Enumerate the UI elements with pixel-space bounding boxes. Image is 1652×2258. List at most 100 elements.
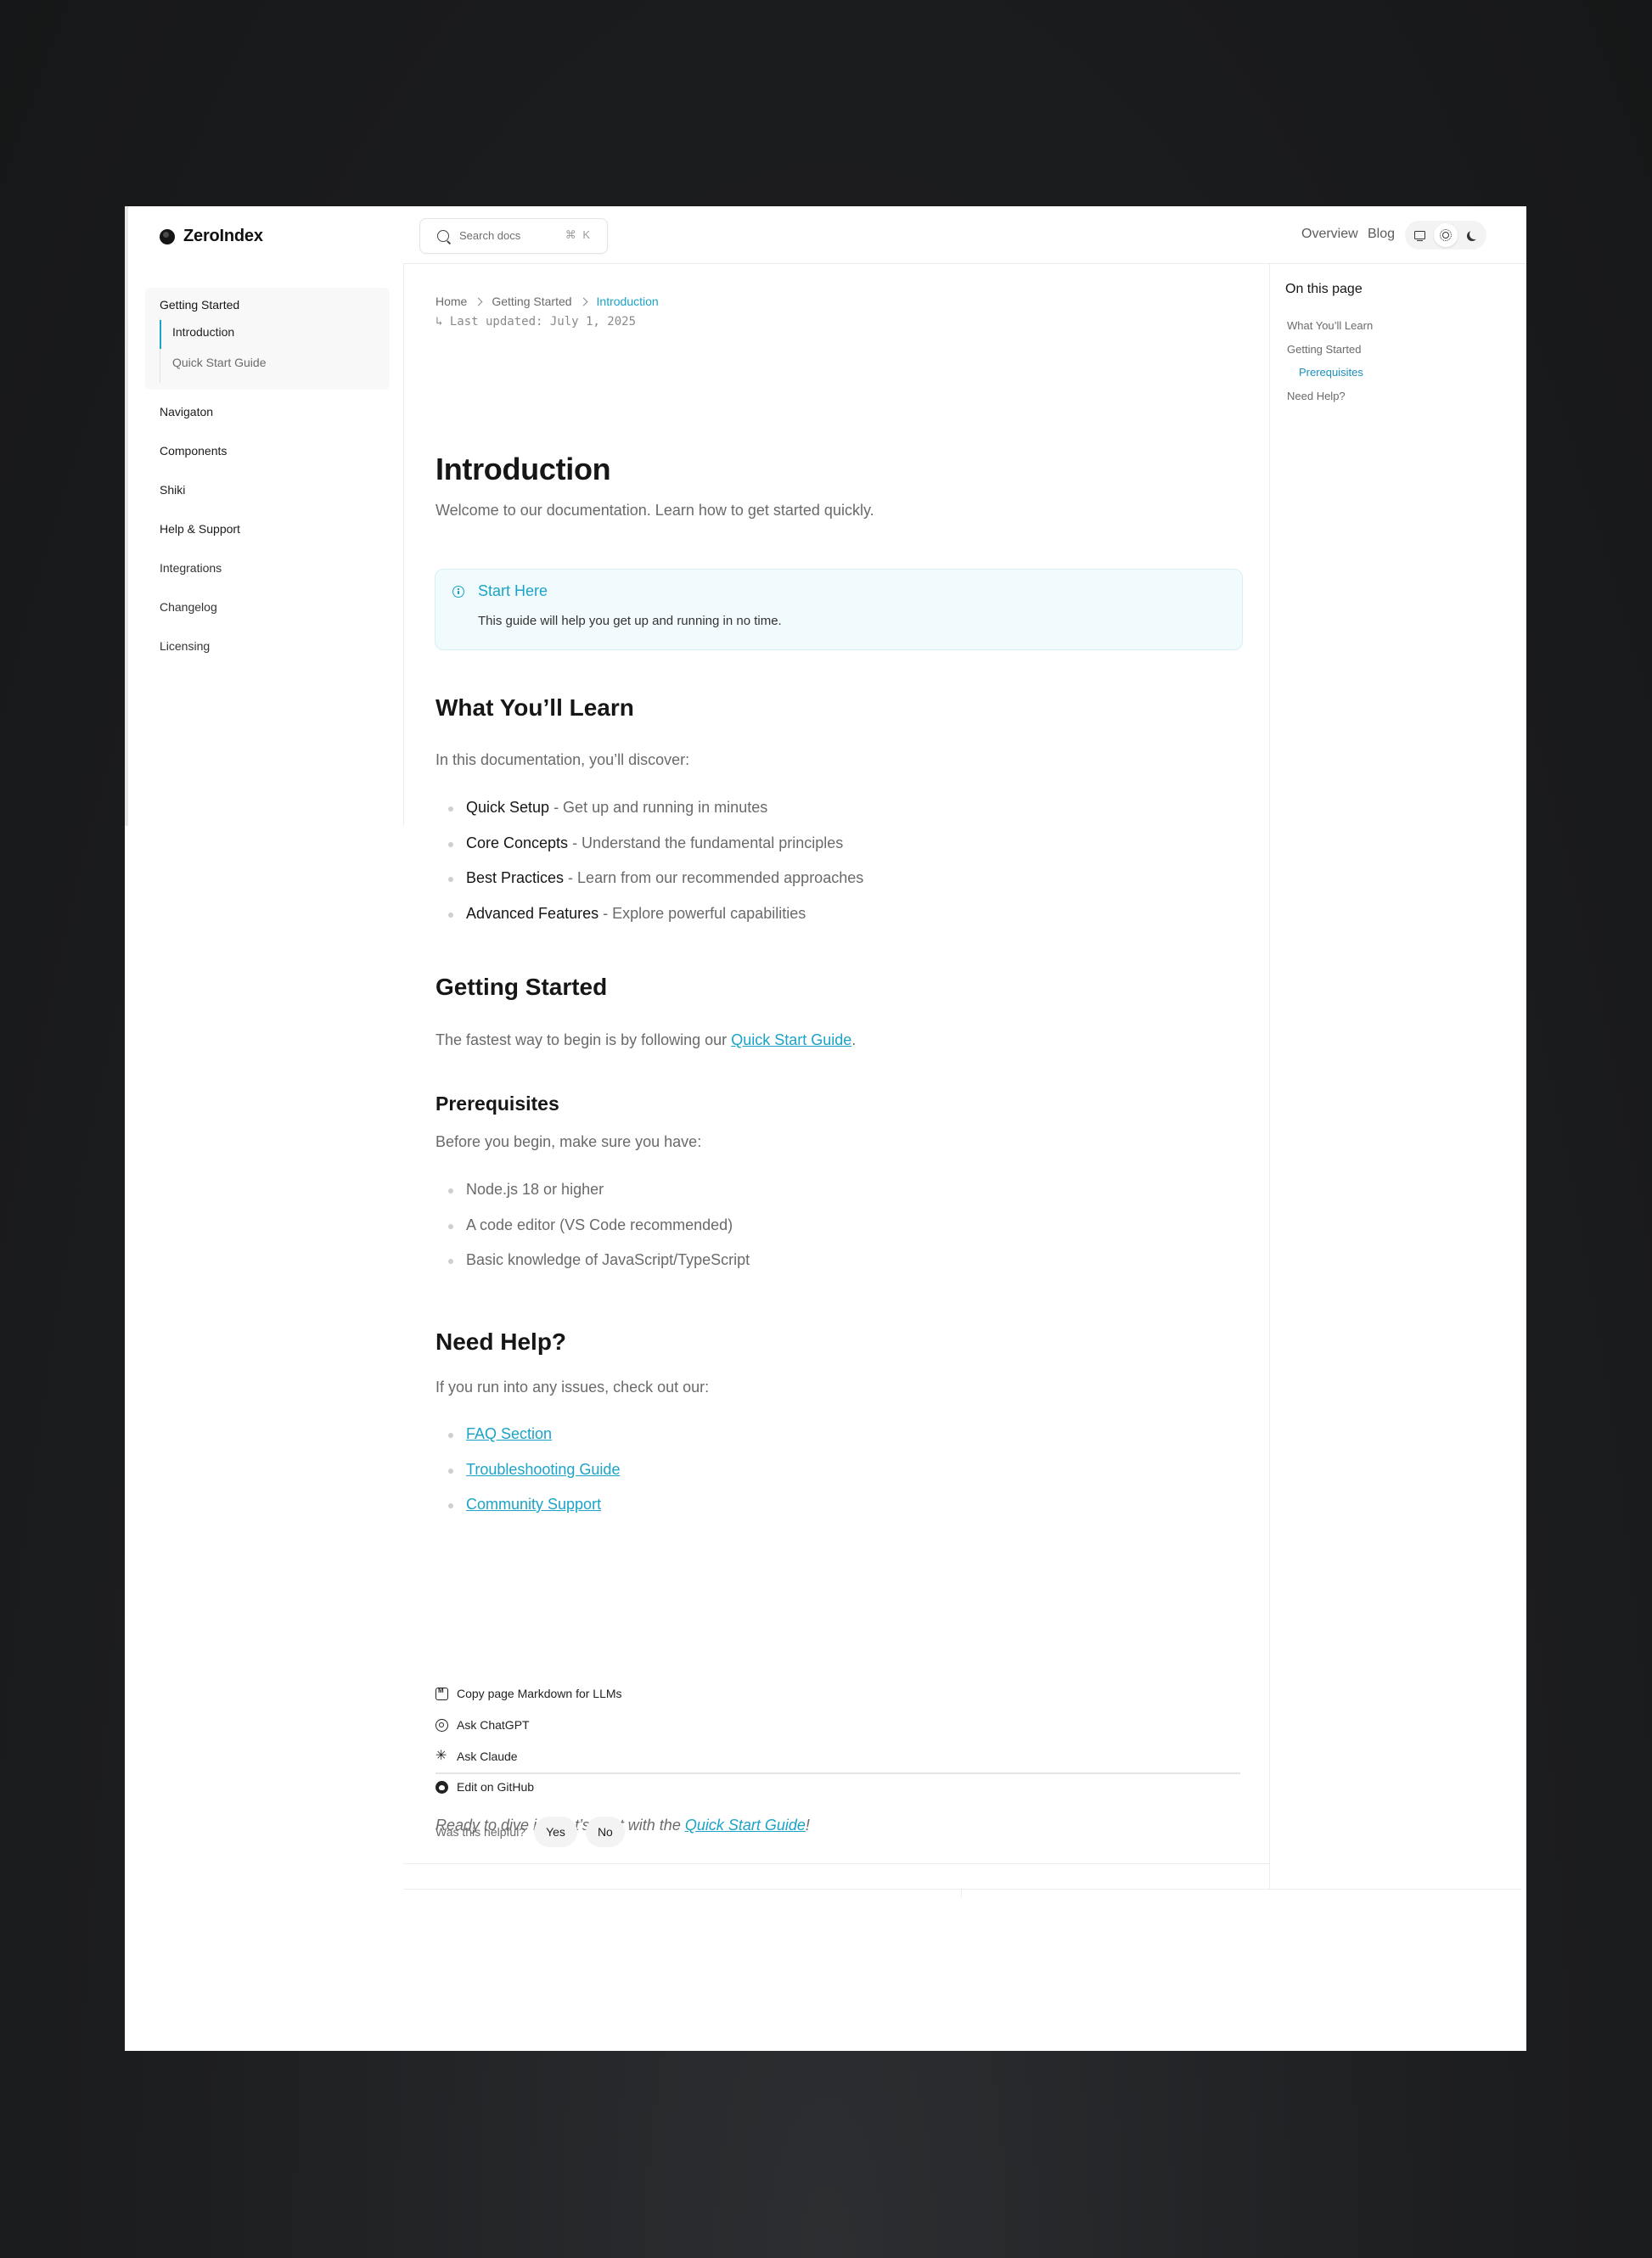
callout-body: This guide will help you get up and runn… xyxy=(478,614,782,628)
claude-icon xyxy=(435,1747,448,1764)
footer-border xyxy=(403,1889,1521,1890)
breadcrumb-current: Introduction xyxy=(596,295,659,308)
sidebar-item-navigation[interactable]: Navigaton xyxy=(160,405,213,418)
callout-title: Start Here xyxy=(478,582,548,599)
text-before: The fastest way to begin is by following… xyxy=(435,1031,732,1048)
chatgpt-icon xyxy=(435,1718,448,1732)
toc-item-prerequisites[interactable]: Prerequisites xyxy=(1299,366,1363,379)
github-icon xyxy=(435,1780,448,1794)
topbar: Search docs ⌘ K Overview Blog xyxy=(403,206,1526,264)
sidebar-item-quick-start-guide[interactable]: Quick Start Guide xyxy=(172,356,267,369)
edit-on-github-button[interactable]: Edit on GitHub xyxy=(435,1780,534,1794)
breadcrumb-getting-started[interactable]: Getting Started xyxy=(492,295,571,308)
list-item-desc: - Learn from our recommended approaches xyxy=(564,869,864,886)
toc-item-what-youll-learn[interactable]: What You’ll Learn xyxy=(1287,319,1373,332)
sidebar-item-help-support[interactable]: Help & Support xyxy=(160,522,240,536)
theme-toggle xyxy=(1405,221,1486,250)
list-item-desc: - Get up and running in minutes xyxy=(549,799,768,816)
help-intro: If you run into any issues, check out ou… xyxy=(435,1379,710,1396)
moon-icon xyxy=(1469,229,1480,239)
action-label: Copy page Markdown for LLMs xyxy=(457,1687,622,1700)
list-item-desc: - Understand the fundamental principles xyxy=(568,834,844,851)
table-of-contents: On this page What You’ll Learn Getting S… xyxy=(1270,263,1521,1889)
footer-divider xyxy=(403,1863,1269,1864)
ask-chatgpt-button[interactable]: Ask ChatGPT xyxy=(435,1718,530,1732)
sidebar-group-title[interactable]: Getting Started xyxy=(160,298,239,312)
text-after: . xyxy=(851,1031,857,1048)
sidebar-sub-list: Introduction Quick Start Guide xyxy=(160,318,381,383)
list-item: Node.js 18 or higher xyxy=(435,1181,750,1216)
brand[interactable]: ZeroIndex xyxy=(160,227,263,246)
search-shortcut: ⌘ K xyxy=(565,228,592,241)
list-item-term: Best Practices xyxy=(466,869,565,886)
brand-name: ZeroIndex xyxy=(183,227,263,245)
heading-what-youll-learn[interactable]: What You’ll Learn xyxy=(435,694,634,722)
info-icon xyxy=(452,586,464,598)
list-item: Best Practices - Learn from our recommen… xyxy=(435,869,863,905)
help-links: FAQ Section Troubleshooting Guide Commun… xyxy=(435,1425,620,1531)
prereq-intro: Before you begin, make sure you have: xyxy=(435,1133,702,1150)
feedback: Was this helpful? Yes No xyxy=(435,1817,625,1847)
link-troubleshooting-guide[interactable]: Troubleshooting Guide xyxy=(466,1461,620,1478)
copy-markdown-button[interactable]: Copy page Markdown for LLMs xyxy=(435,1687,622,1700)
link-community-support[interactable]: Community Support xyxy=(466,1496,601,1513)
text-after: ! xyxy=(805,1817,810,1834)
search-input[interactable]: Search docs ⌘ K xyxy=(419,218,608,254)
feedback-yes-button[interactable]: Yes xyxy=(534,1817,577,1847)
sidebar-item-shiki[interactable]: Shiki xyxy=(160,483,185,497)
theme-dark-button[interactable] xyxy=(1460,223,1484,247)
sidebar-group-getting-started: Getting Started Introduction Quick Start… xyxy=(145,288,390,390)
search-icon xyxy=(437,230,449,242)
docs-window: ZeroIndex Getting Started Introduction Q… xyxy=(125,206,1526,2051)
sidebar-item-licensing[interactable]: Licensing xyxy=(160,639,210,653)
sidebar-item-introduction[interactable]: Introduction xyxy=(172,325,234,339)
action-label: Ask Claude xyxy=(457,1750,518,1763)
list-item: Basic knowledge of JavaScript/TypeScript xyxy=(435,1251,750,1287)
active-indicator xyxy=(160,320,161,349)
list-item-term: Quick Setup xyxy=(466,799,550,816)
sidebar: ZeroIndex Getting Started Introduction Q… xyxy=(125,206,404,826)
callout-start-here: Start Here This guide will help you get … xyxy=(435,569,1243,650)
link-quick-start-guide[interactable]: Quick Start Guide xyxy=(731,1031,851,1048)
heading-need-help[interactable]: Need Help? xyxy=(435,1328,566,1356)
toc-item-getting-started[interactable]: Getting Started xyxy=(1287,343,1361,356)
heading-prerequisites[interactable]: Prerequisites xyxy=(435,1092,559,1115)
page-lead: Welcome to our documentation. Learn how … xyxy=(435,502,874,519)
logo-icon xyxy=(160,228,175,244)
nav-link-overview[interactable]: Overview xyxy=(1301,227,1358,242)
link-quick-start-guide-closing[interactable]: Quick Start Guide xyxy=(685,1817,806,1834)
list-item-term: Core Concepts xyxy=(466,834,569,851)
theme-light-button[interactable] xyxy=(1434,223,1458,247)
prereq-list: Node.js 18 or higher A code editor (VS C… xyxy=(435,1181,750,1287)
list-item: Advanced Features - Explore powerful cap… xyxy=(435,905,863,941)
sidebar-item-integrations[interactable]: Integrations xyxy=(160,561,222,575)
list-item: Quick Setup - Get up and running in minu… xyxy=(435,799,863,834)
feedback-no-button[interactable]: No xyxy=(585,1817,625,1847)
toc-title: On this page xyxy=(1285,282,1363,296)
last-updated: ↳ Last updated: July 1, 2025 xyxy=(435,315,637,329)
learn-intro: In this documentation, you’ll discover: xyxy=(435,751,690,768)
sidebar-item-components[interactable]: Components xyxy=(160,444,227,458)
list-item: A code editor (VS Code recommended) xyxy=(435,1216,750,1252)
nav-link-blog[interactable]: Blog xyxy=(1368,227,1395,242)
feedback-label: Was this helpful? xyxy=(435,1825,526,1839)
breadcrumb: Home Getting Started Introduction xyxy=(435,295,659,308)
sidebar-item-changelog[interactable]: Changelog xyxy=(160,600,217,614)
list-item: Core Concepts - Understand the fundament… xyxy=(435,834,863,870)
main-content: Home Getting Started Introduction ↳ Last… xyxy=(403,263,1270,1889)
search-placeholder: Search docs xyxy=(459,229,521,242)
ask-claude-button[interactable]: Ask Claude xyxy=(435,1747,518,1764)
sun-icon xyxy=(1440,229,1452,241)
heading-getting-started[interactable]: Getting Started xyxy=(435,974,607,1001)
link-faq-section[interactable]: FAQ Section xyxy=(466,1425,552,1442)
breadcrumb-home[interactable]: Home xyxy=(435,295,467,308)
list-item: FAQ Section xyxy=(435,1425,620,1461)
list-item-desc: - Explore powerful capabilities xyxy=(598,904,806,922)
page-title: Introduction xyxy=(435,452,611,486)
monitor-icon xyxy=(1413,231,1425,242)
list-item: Community Support xyxy=(435,1496,620,1531)
chevron-right-icon xyxy=(579,297,587,306)
theme-system-button[interactable] xyxy=(1408,223,1431,247)
divider xyxy=(435,1772,1240,1774)
toc-item-need-help[interactable]: Need Help? xyxy=(1287,390,1346,402)
